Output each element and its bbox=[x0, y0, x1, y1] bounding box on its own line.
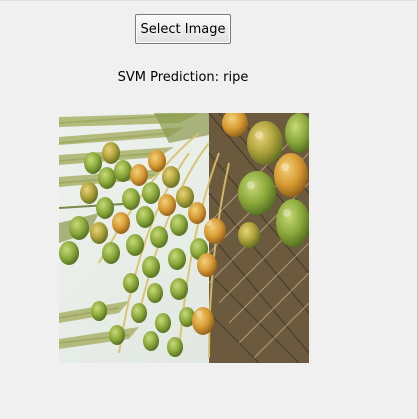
preview-image bbox=[59, 113, 309, 363]
select-image-button[interactable]: Select Image bbox=[135, 14, 231, 44]
prediction-label: SVM Prediction: ripe bbox=[117, 70, 249, 85]
window-top-edge bbox=[0, 0, 418, 1]
